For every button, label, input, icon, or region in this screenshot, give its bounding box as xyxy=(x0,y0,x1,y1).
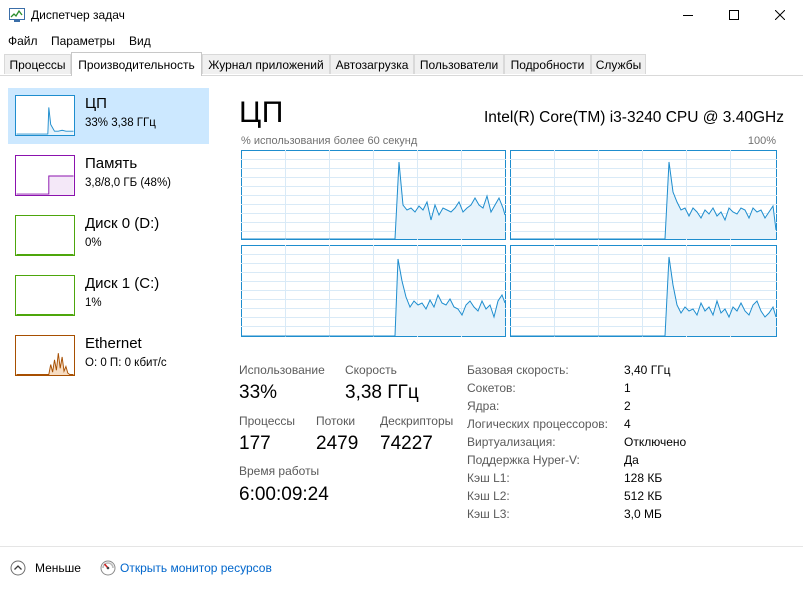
disk0-thumbnail-graph xyxy=(15,215,75,256)
tab-startup[interactable]: Автозагрузка xyxy=(330,54,414,74)
spec-label-l3-cache: Кэш L3: xyxy=(467,507,510,521)
close-icon xyxy=(775,10,785,20)
sidebar-item-disk0[interactable]: Диск 0 (D:) 0% xyxy=(8,208,209,264)
spec-value-hyper-v: Да xyxy=(624,453,639,467)
processes-label: Процессы xyxy=(239,414,296,428)
spec-value-virtualization: Отключено xyxy=(624,435,687,449)
open-resource-monitor-link[interactable]: Открыть монитор ресурсов xyxy=(120,561,272,575)
tab-users[interactable]: Пользователи xyxy=(414,54,504,74)
maximize-button[interactable] xyxy=(711,0,757,30)
spec-value-base-speed: 3,40 ГГц xyxy=(624,363,671,377)
core-3-usage-graph xyxy=(510,245,777,337)
cpu-heading: ЦП xyxy=(239,96,284,129)
disk1-thumbnail-graph xyxy=(15,275,75,316)
window-title: Диспетчер задач xyxy=(31,8,125,22)
uptime-value: 6:00:09:24 xyxy=(239,484,329,505)
spec-value-sockets: 1 xyxy=(624,381,631,395)
ethernet-thumbnail-graph xyxy=(15,335,75,376)
spec-label-virtualization: Виртуализация: xyxy=(467,435,556,449)
handles-value: 74227 xyxy=(380,433,433,454)
fewer-details-button[interactable]: Меньше xyxy=(35,561,81,575)
speed-value: 3,38 ГГц xyxy=(345,382,419,403)
spec-label-cores: Ядра: xyxy=(467,399,500,413)
sidebar-ethernet-sub: О: 0 П: 0 кбит/с xyxy=(85,357,167,369)
sidebar-item-cpu[interactable]: ЦП 33% 3,38 ГГц xyxy=(8,88,209,144)
spec-value-l3-cache: 3,0 МБ xyxy=(624,507,662,521)
menu-file[interactable]: Файл xyxy=(8,34,38,48)
sidebar-disk0-sub: 0% xyxy=(85,237,102,249)
handles-label: Дескрипторы xyxy=(380,414,454,428)
usage-value: 33% xyxy=(239,382,278,403)
sidebar-disk0-title: Диск 0 (D:) xyxy=(85,215,160,232)
spec-label-hyper-v: Поддержка Hyper-V: xyxy=(467,453,580,467)
chevron-up-circle-icon[interactable] xyxy=(10,560,26,576)
processes-value: 177 xyxy=(239,433,271,454)
resource-monitor-icon xyxy=(100,560,116,576)
sidebar-item-memory[interactable]: Память 3,8/8,0 ГБ (48%) xyxy=(8,148,209,204)
sidebar-disk1-title: Диск 1 (C:) xyxy=(85,275,160,292)
sidebar-cpu-title: ЦП xyxy=(85,95,107,112)
spec-label-sockets: Сокетов: xyxy=(467,381,516,395)
task-manager-app-icon xyxy=(9,8,25,22)
spec-label-base-speed: Базовая скорость: xyxy=(467,363,569,377)
threads-value: 2479 xyxy=(316,433,359,454)
close-button[interactable] xyxy=(757,0,803,30)
tab-performance[interactable]: Производительность xyxy=(71,52,202,76)
memory-thumbnail-graph xyxy=(15,155,75,196)
sidebar-memory-title: Память xyxy=(85,155,138,172)
menu-options[interactable]: Параметры xyxy=(51,34,115,48)
cpu-thumbnail-graph xyxy=(15,95,75,136)
spec-label-l2-cache: Кэш L2: xyxy=(467,489,510,503)
spec-value-logical-processors: 4 xyxy=(624,417,631,431)
tab-details[interactable]: Подробности xyxy=(504,54,591,74)
spec-value-l1-cache: 128 КБ xyxy=(624,471,663,485)
spec-value-l2-cache: 512 КБ xyxy=(624,489,663,503)
spec-label-logical-processors: Логических процессоров: xyxy=(467,417,608,431)
minimize-button[interactable] xyxy=(665,0,711,30)
threads-label: Потоки xyxy=(316,414,356,428)
cpu-model-name: Intel(R) Core(TM) i3-3240 CPU @ 3.40GHz xyxy=(484,109,784,126)
uptime-label: Время работы xyxy=(239,464,320,478)
sidebar-disk1-sub: 1% xyxy=(85,297,102,309)
sidebar-cpu-sub: 33% 3,38 ГГц xyxy=(85,117,156,129)
graph-axis-label: % использования более 60 секунд xyxy=(241,135,418,147)
spec-value-cores: 2 xyxy=(624,399,631,413)
spec-label-l1-cache: Кэш L1: xyxy=(467,471,510,485)
maximize-icon xyxy=(729,10,739,20)
graph-max-label: 100% xyxy=(747,135,776,147)
minimize-icon xyxy=(683,15,693,16)
menu-view[interactable]: Вид xyxy=(129,34,151,48)
sidebar-ethernet-title: Ethernet xyxy=(85,335,142,352)
tab-processes[interactable]: Процессы xyxy=(4,54,71,74)
tab-app-history[interactable]: Журнал приложений xyxy=(202,54,330,74)
speed-label: Скорость xyxy=(345,363,397,377)
sidebar-item-disk1[interactable]: Диск 1 (C:) 1% xyxy=(8,268,209,324)
menu-bar xyxy=(0,30,803,52)
core-2-usage-graph xyxy=(241,245,506,337)
tab-services[interactable]: Службы xyxy=(591,54,646,74)
sidebar-memory-sub: 3,8/8,0 ГБ (48%) xyxy=(85,177,172,189)
core-1-usage-graph xyxy=(510,150,777,240)
usage-label: Использование xyxy=(239,363,325,377)
sidebar-item-ethernet[interactable]: Ethernet О: 0 П: 0 кбит/с xyxy=(8,328,209,384)
core-0-usage-graph xyxy=(241,150,506,240)
